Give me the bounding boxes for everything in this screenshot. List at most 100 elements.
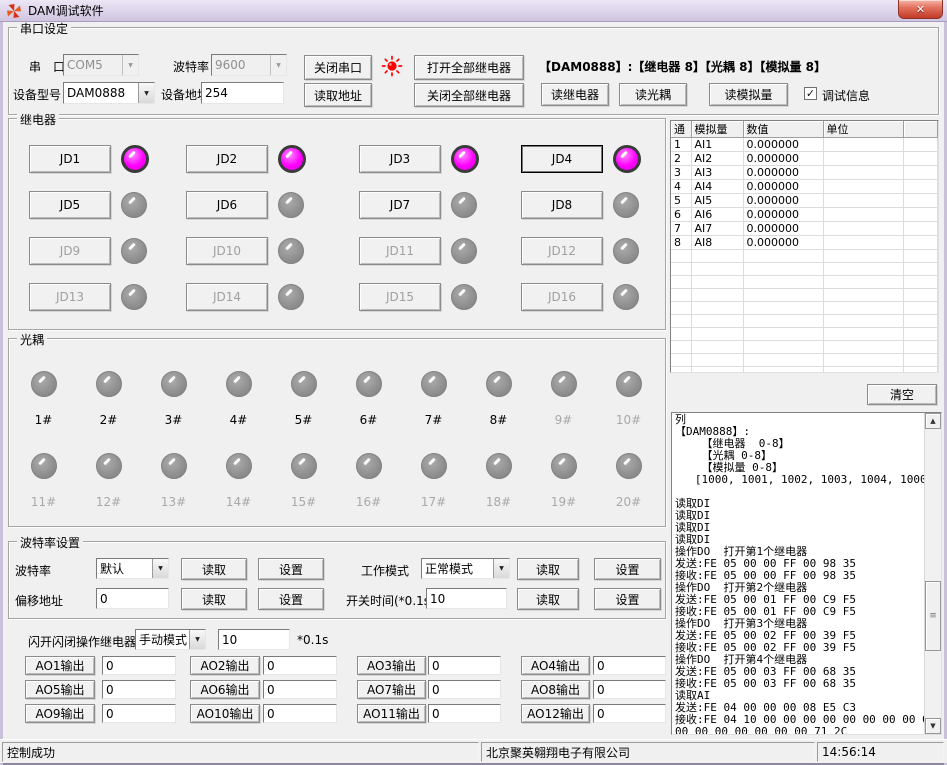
switch-time-set-button[interactable]: 设置 <box>594 588 661 610</box>
cell-channel: 4 <box>671 180 691 194</box>
read-relay-button[interactable]: 读继电器 <box>541 83 609 106</box>
offset-set-button[interactable]: 设置 <box>258 588 324 610</box>
scrollbar-thumb[interactable]: ≡ <box>925 581 941 651</box>
opto-channel: 5# <box>271 371 336 427</box>
ao5-output-button[interactable]: AO5输出 <box>25 680 95 699</box>
switch-time-input[interactable] <box>426 588 507 609</box>
flash-time-input[interactable] <box>218 629 290 650</box>
relay-button-jd8[interactable]: JD8 <box>521 191 603 219</box>
clear-log-button[interactable]: 清空 <box>867 384 937 405</box>
relay-led <box>121 238 147 264</box>
relay-cell: JD12 <box>521 236 639 266</box>
read-address-button[interactable]: 读取地址 <box>304 83 372 107</box>
cell-unit <box>823 138 903 152</box>
address-input[interactable] <box>201 82 284 104</box>
titlebar[interactable]: DAM调试软件 ✕ <box>0 0 947 22</box>
relay-cell: JD8 <box>521 190 639 220</box>
opto-led <box>421 371 447 397</box>
ao10-output-button[interactable]: AO10输出 <box>190 704 260 723</box>
opto-label: 3# <box>165 413 183 427</box>
ao6-output-input[interactable] <box>263 680 337 699</box>
work-mode-set-button[interactable]: 设置 <box>594 558 661 580</box>
col-header-channel[interactable]: 通 <box>671 121 691 138</box>
ao11-output-input[interactable] <box>428 704 501 723</box>
ao5-output-input[interactable] <box>102 680 176 699</box>
col-header-analog[interactable]: 模拟量 <box>691 121 743 138</box>
ao12-output-input[interactable] <box>593 704 666 723</box>
baud-label: 波特率 <box>173 58 209 75</box>
relay-button-jd1[interactable]: JD1 <box>29 145 111 173</box>
open-all-relays-button[interactable]: 打开全部继电器 <box>414 55 524 80</box>
relay-button-jd6[interactable]: JD6 <box>186 191 268 219</box>
col-header-value[interactable]: 数值 <box>743 121 823 138</box>
ao3-output-input[interactable] <box>428 656 501 675</box>
table-empty-row <box>671 289 938 302</box>
relay-button-jd7[interactable]: JD7 <box>359 191 441 219</box>
relay-button-jd9: JD9 <box>29 237 111 265</box>
model-select[interactable]: DAM0888 ▼ <box>63 82 155 104</box>
opto-led <box>31 371 57 397</box>
ao6-output-button[interactable]: AO6输出 <box>190 680 260 699</box>
ao8-output-button[interactable]: AO8输出 <box>521 680 590 699</box>
col-header-unit[interactable]: 单位 <box>823 121 903 138</box>
baud-read-button[interactable]: 读取 <box>181 558 247 580</box>
dropdown-arrow-icon: ▼ <box>270 55 286 75</box>
flash-mode-value: 手动模式 <box>136 631 189 648</box>
ao12-output-button[interactable]: AO12输出 <box>521 704 590 723</box>
relay-cell: JD3 <box>359 144 479 174</box>
flash-mode-select[interactable]: 手动模式 ▼ <box>135 629 206 650</box>
relay-cell: JD13 <box>29 282 147 312</box>
ao3-output-button[interactable]: AO3输出 <box>357 656 426 675</box>
opto-label: 18# <box>486 495 511 509</box>
close-all-relays-button[interactable]: 关闭全部继电器 <box>414 83 524 107</box>
ao1-output-input[interactable] <box>102 656 176 675</box>
work-mode-select[interactable]: 正常模式 ▼ <box>421 558 510 579</box>
baudrate-select[interactable]: 默认 ▼ <box>96 558 169 579</box>
serial-group-title: 串口设定 <box>17 20 71 37</box>
dropdown-arrow-icon: ▼ <box>122 55 138 75</box>
debug-info-checkbox[interactable]: ✓ <box>804 87 817 100</box>
baud-set-button[interactable]: 设置 <box>258 558 324 580</box>
ao7-output-button[interactable]: AO7输出 <box>357 680 426 699</box>
opto-label: 9# <box>555 413 573 427</box>
ao10-output-input[interactable] <box>263 704 337 723</box>
relay-cell: JD16 <box>521 282 639 312</box>
ao4-output-input[interactable] <box>593 656 666 675</box>
read-analog-button[interactable]: 读模拟量 <box>709 83 788 106</box>
debug-log[interactable]: 列 【DAM0888】: 【继电器 0-8】 【光耦 0-8】 【模拟量 0-8… <box>671 412 942 735</box>
relay-button-jd3[interactable]: JD3 <box>359 145 441 173</box>
close-button[interactable]: ✕ <box>898 0 943 19</box>
cell-unit <box>823 194 903 208</box>
relay-led <box>121 284 147 310</box>
scrollbar-up-icon[interactable]: ▲ <box>925 413 941 429</box>
baudrate-label: 波特率 <box>15 562 51 579</box>
ao4-output-button[interactable]: AO4输出 <box>521 656 590 675</box>
opto-group-title: 光耦 <box>17 331 47 348</box>
offset-read-button[interactable]: 读取 <box>181 588 247 610</box>
offset-address-input[interactable] <box>96 588 169 609</box>
ao9-output-input[interactable] <box>102 704 176 723</box>
close-serial-button[interactable]: 关闭串口 <box>304 55 372 80</box>
relay-cell: JD10 <box>186 236 304 266</box>
relay-button-jd5[interactable]: JD5 <box>29 191 111 219</box>
col-header-extra[interactable] <box>903 121 938 138</box>
scrollbar-down-icon[interactable]: ▼ <box>925 718 941 734</box>
relay-button-jd4[interactable]: JD4 <box>521 145 603 173</box>
ao2-output-button[interactable]: AO2输出 <box>190 656 260 675</box>
relay-button-jd13: JD13 <box>29 283 111 311</box>
ao11-output-button[interactable]: AO11输出 <box>357 704 426 723</box>
relay-button-jd2[interactable]: JD2 <box>186 145 268 173</box>
read-opto-button[interactable]: 读光耦 <box>619 83 687 106</box>
table-empty-row <box>671 263 938 276</box>
switch-time-read-button[interactable]: 读取 <box>517 588 579 610</box>
log-scrollbar[interactable]: ▲ ≡ ▼ <box>924 413 941 734</box>
work-mode-read-button[interactable]: 读取 <box>517 558 579 580</box>
ao8-output-input[interactable] <box>593 680 666 699</box>
ao2-output-input[interactable] <box>263 656 337 675</box>
opto-label: 15# <box>291 495 316 509</box>
opto-row: 1# 2# 3# 4# 5# 6# <box>11 371 663 427</box>
ao9-output-button[interactable]: AO9输出 <box>25 704 95 723</box>
ao7-output-input[interactable] <box>428 680 501 699</box>
baud-group-title: 波特率设置 <box>17 534 83 551</box>
ao1-output-button[interactable]: AO1输出 <box>25 656 95 675</box>
